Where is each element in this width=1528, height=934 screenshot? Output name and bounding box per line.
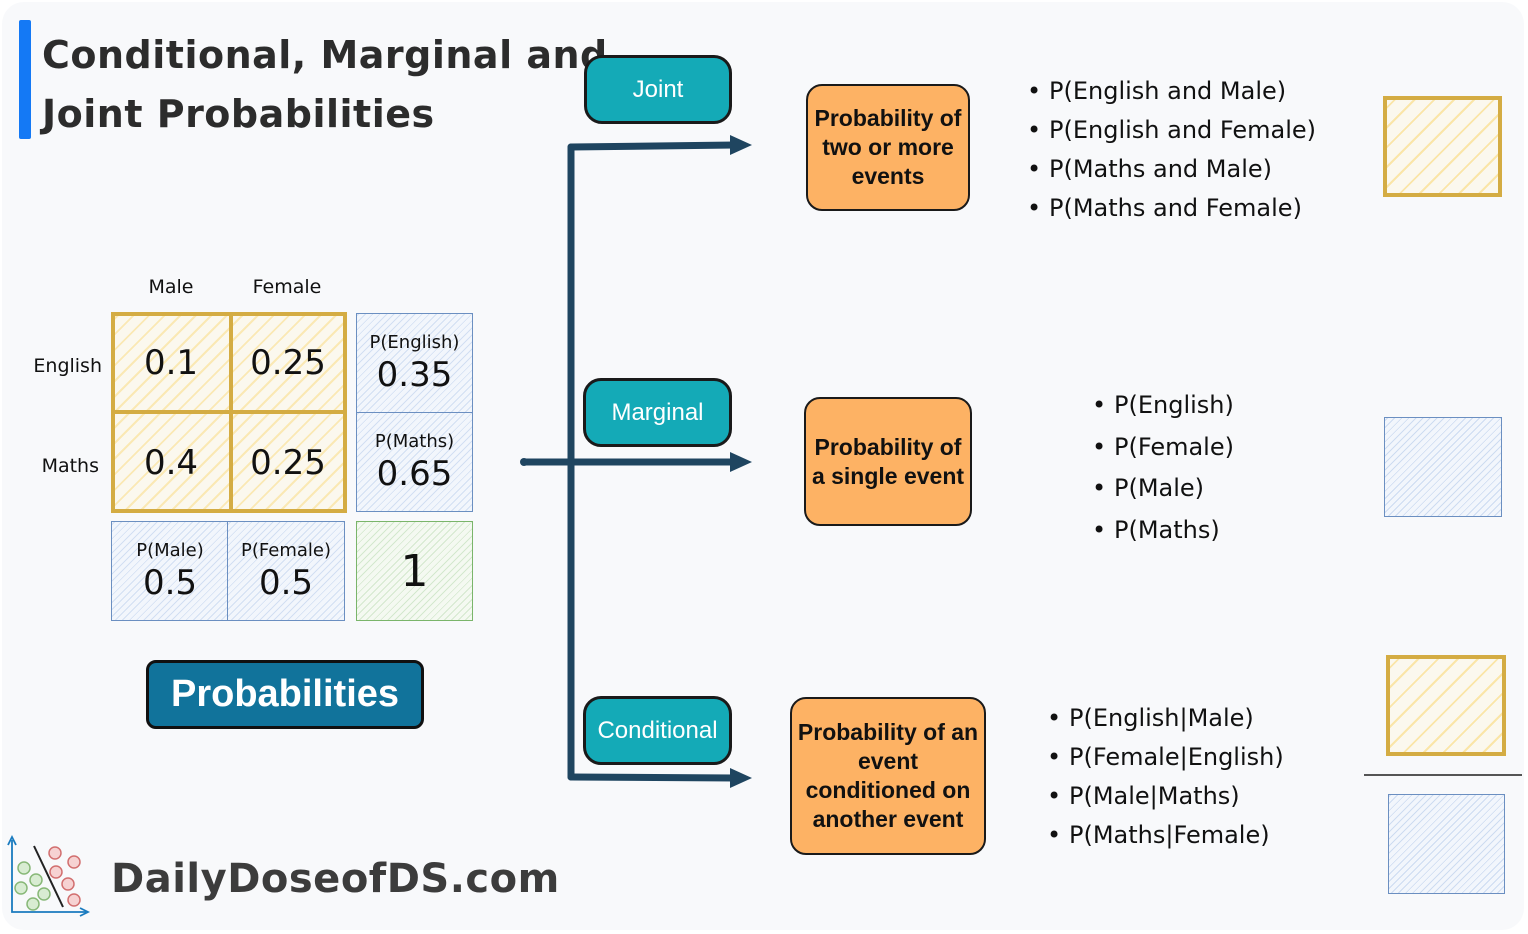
example-item: P(Maths)	[1092, 510, 1234, 552]
examples-marginal: P(English) P(Female) P(Male) P(Maths)	[1092, 385, 1234, 551]
example-item: P(Female|English)	[1047, 738, 1284, 777]
label-marginal: Marginal	[583, 378, 732, 447]
label-conditional: Conditional	[583, 696, 732, 765]
definition-joint: Probability of two or more events	[806, 84, 970, 211]
examples-conditional: P(English|Male) P(Female|English) P(Male…	[1047, 699, 1284, 855]
example-item: P(Female)	[1092, 427, 1234, 469]
legend-marginal-box	[1384, 417, 1502, 517]
legend-conditional-denominator	[1388, 794, 1505, 894]
arrow-conditional-head	[730, 768, 752, 788]
example-item: P(Male|Maths)	[1047, 777, 1284, 816]
example-item: P(English)	[1092, 385, 1234, 427]
example-item: P(English and Female)	[1027, 111, 1316, 150]
arrow-marginal-head	[730, 452, 752, 472]
example-item: P(Maths and Female)	[1027, 189, 1316, 228]
legend-joint-box	[1383, 96, 1502, 197]
label-joint: Joint	[584, 55, 732, 124]
fraction-bar	[1364, 774, 1522, 776]
definition-marginal: Probability of a single event	[804, 397, 972, 526]
example-item: P(Maths and Male)	[1027, 150, 1316, 189]
brand-name: DailyDoseofDS.com	[111, 856, 560, 902]
example-item: P(Male)	[1092, 468, 1234, 510]
example-item: P(English|Male)	[1047, 699, 1284, 738]
arrow-joint-head	[730, 135, 752, 155]
arrow-marginal-tail	[520, 458, 528, 466]
legend-conditional-numerator	[1386, 655, 1506, 756]
arrow-conditional-line	[567, 773, 739, 782]
logo-icon	[7, 834, 91, 917]
examples-joint: P(English and Male) P(English and Female…	[1027, 72, 1316, 228]
arrow-joint-line	[567, 141, 739, 151]
definition-conditional: Probability of an event conditioned on a…	[790, 697, 986, 855]
example-item: P(Maths|Female)	[1047, 816, 1284, 855]
example-item: P(English and Male)	[1027, 72, 1316, 111]
